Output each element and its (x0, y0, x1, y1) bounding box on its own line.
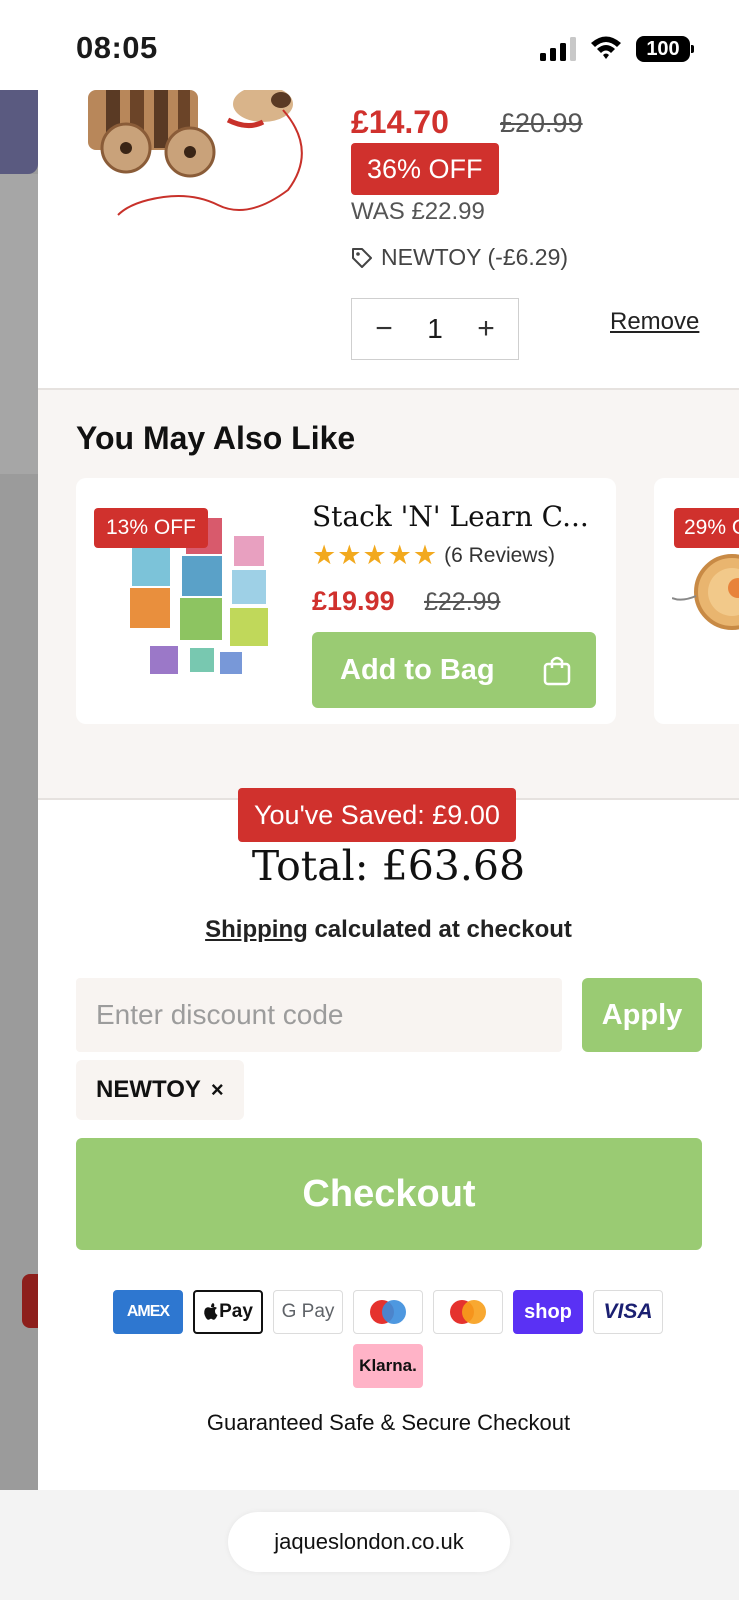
url-bar[interactable]: jaqueslondon.co.uk (228, 1512, 510, 1572)
apple-pay-icon: Pay (193, 1290, 263, 1334)
star-rating: ★ ★ ★ ★ ★ (6 Reviews) (312, 542, 555, 569)
status-bar: 08:05 100 (0, 0, 739, 90)
recommendation-discount-badge: 29% OFF (674, 508, 739, 548)
recommendations-title: You May Also Like (76, 420, 356, 456)
recommendation-product-name[interactable]: Stack 'N' Learn C... (312, 500, 589, 533)
shopping-bag-icon (543, 656, 571, 686)
promo-code-text: NEWTOY (-£6.29) (381, 244, 569, 270)
plus-icon[interactable]: + (474, 314, 498, 344)
item-price: £14.70 (351, 104, 449, 140)
shipping-note-text: calculated at checkout (307, 916, 572, 943)
wifi-icon (591, 36, 621, 59)
item-was-price: WAS £22.99 (351, 198, 485, 225)
item-compare-price: £20.99 (500, 108, 583, 138)
applied-discount-code: NEWTOY (96, 1076, 201, 1103)
discount-code-input[interactable] (76, 978, 562, 1052)
remove-discount-icon[interactable]: × (211, 1077, 224, 1103)
cart-drawer: £14.70 £20.99 36% OFF WAS £22.99 NEWTOY … (38, 90, 739, 1490)
apply-discount-button[interactable]: Apply (582, 978, 702, 1052)
google-pay-icon: G Pay (273, 1290, 343, 1334)
payment-methods: AMEX Pay G Pay shop VISA Klarna. (108, 1290, 668, 1388)
maestro-icon (353, 1290, 423, 1334)
background-tab (22, 1274, 38, 1328)
star-icon: ★ (362, 540, 387, 570)
background-page-overlay[interactable] (0, 90, 38, 1490)
battery-indicator: 100 (636, 36, 694, 62)
star-icon: ★ (387, 540, 412, 570)
savings-badge: You've Saved: £9.00 (238, 788, 516, 842)
shipping-link[interactable]: Shipping (205, 916, 308, 943)
star-icon: ★ (337, 540, 362, 570)
quantity-stepper: − 1 + (351, 298, 519, 360)
secure-checkout-text: Guaranteed Safe & Secure Checkout (206, 1410, 571, 1435)
product-image-pull-along-dog (78, 90, 308, 220)
klarna-icon: Klarna. (353, 1344, 423, 1388)
mastercard-icon (433, 1290, 503, 1334)
star-icon: ★ (412, 540, 438, 570)
checkout-button[interactable]: Checkout (76, 1138, 702, 1250)
status-time: 08:05 (76, 30, 158, 65)
product-image-yoyo (672, 554, 739, 630)
apple-logo-icon (204, 1303, 218, 1320)
star-icon: ★ (312, 540, 337, 570)
shop-pay-icon: shop (513, 1290, 583, 1334)
remove-link[interactable]: Remove (610, 308, 699, 336)
minus-icon[interactable]: − (372, 314, 396, 344)
tag-icon (352, 247, 372, 268)
item-discount-badge: 36% OFF (351, 143, 499, 195)
recommendation-discount-badge: 13% OFF (94, 508, 208, 548)
maestro-circles-icon (370, 1300, 406, 1324)
item-promo: NEWTOY (-£6.29) (351, 244, 568, 271)
applied-discount-chip: NEWTOY × (76, 1060, 244, 1120)
cart-total: Total: £63.68 (251, 842, 526, 890)
review-count: (6 Reviews) (444, 543, 555, 567)
amex-icon: AMEX (113, 1290, 183, 1334)
recommendation-card-next[interactable]: 29% OFF (654, 478, 739, 724)
add-to-bag-label: Add to Bag (340, 653, 495, 686)
add-to-bag-button[interactable]: Add to Bag (312, 632, 596, 708)
recommendation-price: £19.99 (312, 586, 395, 616)
shipping-note: Shipping calculated at checkout (38, 916, 739, 944)
visa-icon: VISA (593, 1290, 663, 1334)
recommendations-section: You May Also Like 13% OFF Stack 'N' Lear… (38, 388, 739, 800)
apple-pay-text: Pay (219, 1301, 253, 1322)
recommendation-card[interactable]: 13% OFF Stack 'N' Learn C... ★ ★ ★ ★ ★ (… (76, 478, 616, 724)
mastercard-circles-icon (450, 1300, 486, 1324)
recommendation-compare-price: £22.99 (424, 588, 501, 616)
cellular-signal-icon (540, 37, 576, 61)
quantity-value[interactable]: 1 (427, 313, 443, 345)
